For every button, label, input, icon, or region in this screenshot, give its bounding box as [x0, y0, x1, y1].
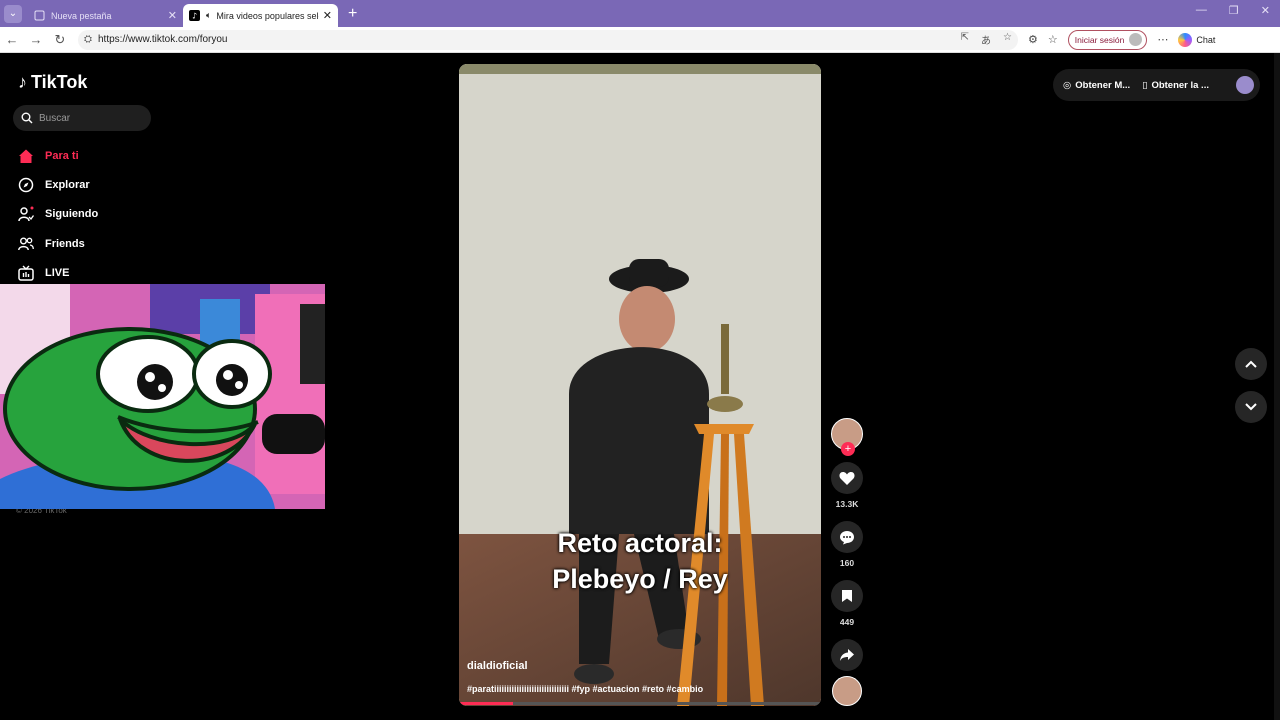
favorites-icon[interactable]: ☆: [1048, 33, 1058, 46]
url-text: https://www.tiktok.com/foryou: [98, 34, 228, 45]
share-icon[interactable]: [831, 639, 863, 671]
frog-streamer-image: [0, 284, 325, 509]
follow-plus-icon[interactable]: +: [841, 442, 855, 456]
minimize-icon[interactable]: —: [1196, 4, 1207, 17]
video-hashtags[interactable]: #paratiiiiiiiiiiiiiiiiiiiiiiiiiiiiii #fy…: [467, 684, 703, 694]
live-icon: [18, 265, 34, 281]
tiktok-logo[interactable]: ♪ TikTok: [18, 72, 87, 93]
back-icon[interactable]: ←: [0, 32, 24, 47]
get-coins-label: Obtener M...: [1075, 79, 1131, 91]
get-app-label: Obtener la ...: [1151, 79, 1209, 91]
forward-icon[interactable]: →: [24, 32, 48, 47]
tab-title: Mira videos populares seleccionados: [216, 10, 319, 21]
signin-label: Iniciar sesión: [1074, 34, 1125, 45]
video-actions: + 13.3K 160 449 2279: [831, 418, 863, 686]
video-progress-fill: [459, 702, 514, 705]
top-right-actions: ◎ Obtener M... ▯ Obtener la ...: [1053, 69, 1260, 101]
home-icon: [18, 148, 34, 164]
webcam-overlay: [0, 284, 325, 509]
chevron-down-icon: [1245, 403, 1257, 411]
tab-title: Nueva pestaña: [51, 10, 112, 21]
comment-count: 160: [839, 558, 855, 568]
search-box[interactable]: [13, 105, 151, 131]
comment-icon[interactable]: [831, 521, 863, 553]
close-window-icon[interactable]: ✕: [1261, 4, 1270, 17]
browser-toolbar: ← → ↻ ⛭ https://www.tiktok.com/foryou ⇱ …: [0, 27, 1280, 53]
video-caption-line1: Reto actoral:: [557, 528, 723, 558]
search-input[interactable]: [39, 112, 139, 124]
save-count: 449: [839, 617, 855, 627]
page-scrollbar[interactable]: [1274, 53, 1280, 720]
profile-avatar: [1129, 33, 1143, 46]
user-avatar[interactable]: [1236, 76, 1254, 94]
next-video-button[interactable]: [1235, 391, 1267, 423]
like-count: 13.3K: [835, 499, 859, 509]
following-icon: [18, 206, 34, 222]
coin-icon: ◎: [1063, 79, 1072, 91]
sidebar-nav: Para ti Explorar Siguiendo Friends LIVE: [18, 141, 98, 287]
video-caption-line2: Plebeyo / Rey: [552, 564, 728, 594]
sound-avatar[interactable]: [832, 676, 862, 706]
restore-icon[interactable]: ❐: [1229, 4, 1239, 17]
phone-icon: ▯: [1142, 79, 1148, 91]
sidebar-item-friends[interactable]: Friends: [18, 229, 98, 258]
chat-label: Chat: [1196, 34, 1216, 45]
refresh-icon[interactable]: ↻: [48, 32, 72, 48]
like-action[interactable]: 13.3K: [831, 462, 863, 509]
compass-icon: [18, 177, 34, 193]
tiktok-favicon-icon: ♪: [189, 10, 200, 21]
video-player[interactable]: Reto actoral: Plebeyo / Rey dialdioficia…: [459, 64, 821, 706]
open-in-app-icon[interactable]: ⇱: [961, 32, 969, 47]
favorite-star-icon[interactable]: ☆: [1003, 32, 1012, 47]
heart-icon[interactable]: [831, 462, 863, 494]
page-icon: [34, 10, 45, 21]
sidebar-item-label: LIVE: [45, 266, 70, 279]
tiktok-page: ♪ TikTok Para ti Explorar Siguiendo Frie…: [0, 53, 1280, 720]
video-author[interactable]: dialdioficial: [467, 660, 528, 672]
extensions-icon[interactable]: ⚙: [1028, 33, 1038, 46]
logo-text: TikTok: [31, 72, 88, 92]
friends-icon: [18, 236, 34, 252]
sidebar-item-label: Para ti: [45, 149, 79, 162]
creator-avatar[interactable]: +: [831, 418, 863, 456]
video-frame-image: [459, 64, 821, 706]
sidebar-item-explorar[interactable]: Explorar: [18, 170, 98, 199]
comment-action[interactable]: 160: [831, 521, 863, 568]
speaker-icon[interactable]: 🔈︎: [206, 10, 211, 21]
chevron-up-icon: [1245, 360, 1257, 368]
sidebar-item-label: Friends: [45, 237, 85, 250]
save-action[interactable]: 449: [831, 580, 863, 627]
more-menu-icon[interactable]: ⋯: [1157, 33, 1168, 46]
video-progress-bar[interactable]: [459, 702, 821, 705]
tab-new-tab[interactable]: Nueva pestaña ✕: [28, 4, 183, 27]
browser-tabstrip: ⌄ Nueva pestaña ✕ ♪ 🔈︎ Mira videos popul…: [0, 0, 1280, 27]
close-tab-icon[interactable]: ✕: [168, 9, 177, 22]
copilot-chat-button[interactable]: Chat: [1178, 32, 1216, 47]
sidebar-item-label: Siguiendo: [45, 208, 99, 221]
sidebar-item-siguiendo[interactable]: Siguiendo: [18, 200, 98, 229]
signin-button[interactable]: Iniciar sesión: [1067, 29, 1148, 50]
previous-video-button[interactable]: [1235, 348, 1267, 380]
tab-actions-menu[interactable]: ⌄: [4, 4, 22, 23]
bookmark-icon[interactable]: [831, 580, 863, 612]
tab-tiktok[interactable]: ♪ 🔈︎ Mira videos populares seleccionados…: [183, 4, 338, 27]
svg-text:♪: ♪: [192, 12, 197, 21]
address-bar[interactable]: ⛭ https://www.tiktok.com/foryou ⇱ あ ☆: [78, 29, 1018, 50]
window-controls: — ❐ ✕: [1196, 4, 1270, 17]
search-icon: [21, 112, 33, 124]
get-app-button[interactable]: ▯ Obtener la ...: [1142, 80, 1209, 91]
new-tab-button[interactable]: +: [348, 5, 357, 23]
sidebar-item-label: Explorar: [45, 178, 90, 191]
toolbar-icons: ⚙ ☆ Iniciar sesión ⋯ Chat: [1028, 29, 1216, 50]
tiktok-logo-icon: ♪: [18, 72, 27, 92]
copilot-icon: [1178, 32, 1193, 47]
get-coins-button[interactable]: ◎ Obtener M...: [1063, 80, 1130, 91]
site-info-icon[interactable]: ⛭: [84, 34, 92, 45]
close-tab-icon[interactable]: ✕: [323, 9, 332, 22]
translate-icon[interactable]: あ: [981, 32, 991, 47]
sidebar-item-para-ti[interactable]: Para ti: [18, 141, 98, 170]
